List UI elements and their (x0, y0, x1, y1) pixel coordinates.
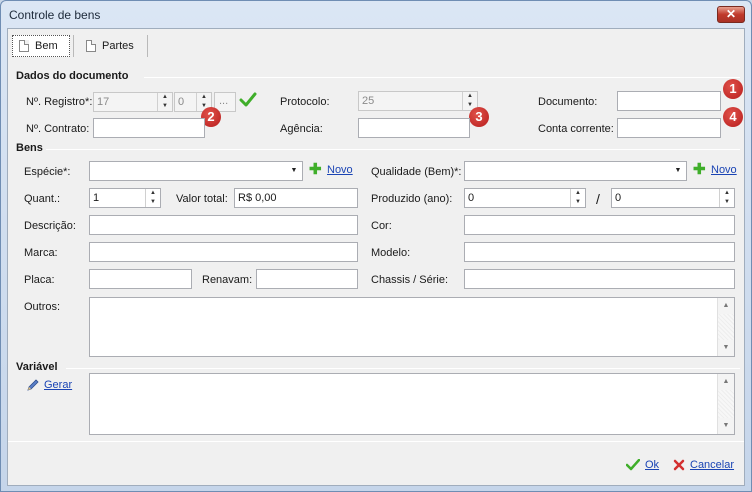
produzido-to-value: 0 (615, 192, 622, 204)
chassis-input[interactable] (464, 269, 735, 289)
valor-input[interactable]: R$ 0,00 (234, 188, 358, 208)
tab-partes[interactable]: Partes (80, 35, 140, 57)
modelo-input[interactable] (464, 242, 735, 262)
qualidade-novo-link[interactable]: Novo (711, 164, 737, 176)
quant-label: Quant.: (24, 193, 61, 205)
especie-select[interactable]: ▼ (89, 161, 303, 181)
agencia-input[interactable] (358, 118, 470, 138)
produzido-label: Produzido (ano): (371, 193, 453, 205)
check-icon[interactable] (626, 459, 640, 471)
documento-input[interactable] (617, 91, 721, 111)
variavel-textarea[interactable]: ▲ ▼ (89, 373, 735, 435)
outros-label: Outros: (24, 301, 61, 313)
quant-value: 1 (93, 192, 100, 204)
renavam-label: Renavam: (202, 274, 253, 286)
document-icon (19, 40, 29, 52)
scroll-up-icon[interactable]: ▲ (718, 298, 734, 314)
conta-label: Conta corrente: (538, 123, 614, 135)
agencia-label: Agência: (280, 123, 323, 135)
plus-icon[interactable]: ✚ (693, 162, 706, 177)
scroll-down-icon[interactable]: ▼ (718, 340, 734, 356)
chevron-down-icon[interactable]: ▼ (670, 162, 686, 180)
cor-label: Cor: (371, 220, 392, 232)
marca-label: Marca: (24, 247, 58, 259)
cor-input[interactable] (464, 215, 735, 235)
contrato-input[interactable] (93, 118, 205, 138)
section-rule (46, 149, 740, 150)
descricao-label: Descrição: (24, 220, 76, 232)
produzido-from-spinner[interactable]: ▲ ▼ (570, 189, 585, 207)
conta-input[interactable] (617, 118, 721, 138)
tab-separator (147, 35, 148, 57)
badge-1: 1 (723, 79, 743, 99)
badge-3: 3 (469, 107, 489, 127)
client-area: Bem Partes Dados do documento Nº. Regist… (7, 28, 745, 486)
document-icon (86, 40, 96, 52)
quant-spinner[interactable]: ▲ ▼ (145, 189, 160, 207)
placa-input[interactable] (89, 269, 192, 289)
gerar-link[interactable]: Gerar (44, 379, 72, 391)
contrato-label: Nº. Contrato: (26, 123, 90, 135)
chevron-down-icon[interactable]: ▼ (286, 162, 302, 180)
protocolo-value: 25 (362, 95, 375, 107)
qualidade-label: Qualidade (Bem)*: (371, 166, 462, 178)
variavel-scrollbar[interactable]: ▲ ▼ (717, 374, 734, 434)
protocolo-label: Protocolo: (280, 96, 330, 108)
protocolo-input[interactable]: 25 ▲ ▼ (358, 91, 478, 111)
check-icon[interactable] (239, 92, 257, 108)
placa-label: Placa: (24, 274, 55, 286)
tab-bem[interactable]: Bem (12, 35, 70, 57)
badge-4: 4 (723, 107, 743, 127)
tab-separator (73, 35, 74, 57)
close-icon[interactable] (673, 459, 685, 471)
produzido-to-input[interactable]: 0 ▲ ▼ (611, 188, 735, 208)
outros-scrollbar[interactable]: ▲ ▼ (717, 298, 734, 356)
descricao-input[interactable] (89, 215, 358, 235)
footer-rule (8, 441, 744, 442)
renavam-input[interactable] (256, 269, 358, 289)
window-title: Controle de bens (9, 8, 101, 22)
tab-partes-label: Partes (102, 40, 134, 52)
registro-input[interactable]: 17 ▲ ▼ (93, 92, 173, 112)
quant-input[interactable]: 1 ▲ ▼ (89, 188, 161, 208)
registro-seq-value: 0 (178, 96, 185, 108)
close-button[interactable]: ✕ (717, 6, 745, 23)
plus-icon[interactable]: ✚ (309, 162, 322, 177)
scroll-down-icon[interactable]: ▼ (718, 418, 734, 434)
title-bar: Controle de bens ✕ (1, 1, 751, 28)
especie-label: Espécie*: (24, 166, 71, 178)
section-dados-documento: Dados do documento (16, 70, 129, 82)
qualidade-select[interactable]: ▼ (464, 161, 687, 181)
section-rule (144, 77, 740, 78)
scroll-up-icon[interactable]: ▲ (718, 374, 734, 390)
outros-textarea[interactable]: ▲ ▼ (89, 297, 735, 357)
marca-input[interactable] (89, 242, 358, 262)
year-range-slash: / (596, 191, 600, 207)
registro-label: Nº. Registro*: (26, 96, 93, 108)
registro-spinner[interactable]: ▲ ▼ (157, 93, 172, 111)
produzido-to-spinner[interactable]: ▲ ▼ (719, 189, 734, 207)
produzido-from-input[interactable]: 0 ▲ ▼ (464, 188, 586, 208)
especie-novo-link[interactable]: Novo (327, 164, 353, 176)
section-rule (66, 368, 740, 369)
cancel-button[interactable]: Cancelar (690, 459, 734, 471)
produzido-from-value: 0 (468, 192, 475, 204)
pencil-icon[interactable] (26, 378, 40, 392)
valor-label: Valor total: (176, 193, 228, 205)
ok-button[interactable]: Ok (645, 459, 659, 471)
registro-value: 17 (97, 96, 110, 108)
section-bens: Bens (16, 142, 43, 154)
window: Controle de bens ✕ Bem Partes Dados do d… (0, 0, 752, 492)
chassis-label: Chassis / Série: (371, 274, 449, 286)
modelo-label: Modelo: (371, 247, 411, 259)
tab-bem-label: Bem (35, 40, 58, 52)
section-variavel: Variável (16, 361, 58, 373)
documento-label: Documento: (538, 96, 598, 108)
